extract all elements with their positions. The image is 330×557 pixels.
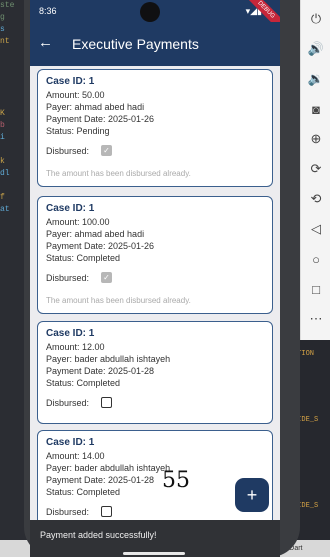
disbursed-label: Disbursed: [46,145,90,156]
payment-card[interactable]: Case ID: 1 Amount: 50.00 Payer: ahmad ab… [37,69,273,187]
payment-card[interactable]: Case ID: 1 Amount: 100.00 Payer: ahmad a… [37,196,273,314]
status: Status: Pending [46,126,110,136]
phone-screen: 8:36 ▾◢▮ DEBUG ← Executive Payments Case… [30,0,280,557]
payment-card[interactable]: Case ID: 1 Amount: 12.00 Payer: bader ab… [37,321,273,424]
disbursed-checkbox[interactable]: ✓ [101,272,113,283]
disbursed-note: The amount has been disbursed already. [46,296,191,305]
camera-icon[interactable]: ◙ [305,98,327,120]
back-nav-icon[interactable]: ◁ [305,218,327,240]
amount: Amount: 14.00 [46,451,105,461]
payment-date: Payment Date: 2025-01-28 [46,366,155,376]
disbursed-note: The amount has been disbursed already. [46,169,191,178]
disbursed-checkbox[interactable]: ✓ [101,145,113,156]
payer: Payer: ahmad abed hadi [46,229,145,239]
overlay-number: 55 [162,468,190,493]
snackbar-message: Payment added successfully! [40,530,157,540]
more-icon[interactable]: ⋯ [305,308,327,330]
disbursed-label: Disbursed: [46,506,90,517]
volume-down-icon[interactable]: 🔉 [305,68,327,90]
payment-date: Payment Date: 2025-01-26 [46,114,155,124]
payer: Payer: bader abdullah ishtayeh [46,354,171,364]
status: Status: Completed [46,487,121,497]
status-time: 8:36 [39,6,57,16]
volume-up-icon[interactable]: 🔊 [305,38,327,60]
gesture-nav-bar[interactable] [123,552,185,555]
case-id: Case ID: 1 [46,437,95,448]
payer: Payer: bader abdullah ishtayeh [46,463,171,473]
home-nav-icon[interactable]: ○ [305,248,327,270]
disbursed-label: Disbursed: [46,272,90,283]
power-icon[interactable]: ⏻ [305,8,327,30]
payment-date: Payment Date: 2025-01-28 [46,475,155,485]
emulator-toolbar: ⏻ 🔊 🔉 ◙ ⊕ ⟳ ⟲ ◁ ○ □ ⋯ [300,0,330,340]
add-payment-button[interactable]: + [235,478,269,512]
payment-date: Payment Date: 2025-01-26 [46,241,155,251]
amount: Amount: 12.00 [46,342,105,352]
case-id: Case ID: 1 [46,328,95,339]
disbursed-checkbox[interactable] [101,397,113,408]
camera-cutout [140,2,160,22]
app-bar: ← Executive Payments [30,22,280,66]
case-id: Case ID: 1 [46,203,95,214]
status-bar: 8:36 ▾◢▮ DEBUG [30,0,280,35]
disbursed-label: Disbursed: [46,397,90,408]
disbursed-checkbox[interactable] [101,506,113,517]
plus-icon: + [246,484,258,505]
status: Status: Completed [46,253,121,263]
rotate-icon[interactable]: ⟳ [305,158,327,180]
zoom-icon[interactable]: ⊕ [305,128,327,150]
amount: Amount: 50.00 [46,90,105,100]
overview-nav-icon[interactable]: □ [305,278,327,300]
arrow-left-icon[interactable]: ← [38,34,53,51]
page-title: Executive Payments [72,36,199,52]
status: Status: Completed [46,378,121,388]
case-id: Case ID: 1 [46,76,95,87]
rotate-right-icon[interactable]: ⟲ [305,188,327,210]
amount: Amount: 100.00 [46,217,110,227]
payer: Payer: ahmad abed hadi [46,102,145,112]
